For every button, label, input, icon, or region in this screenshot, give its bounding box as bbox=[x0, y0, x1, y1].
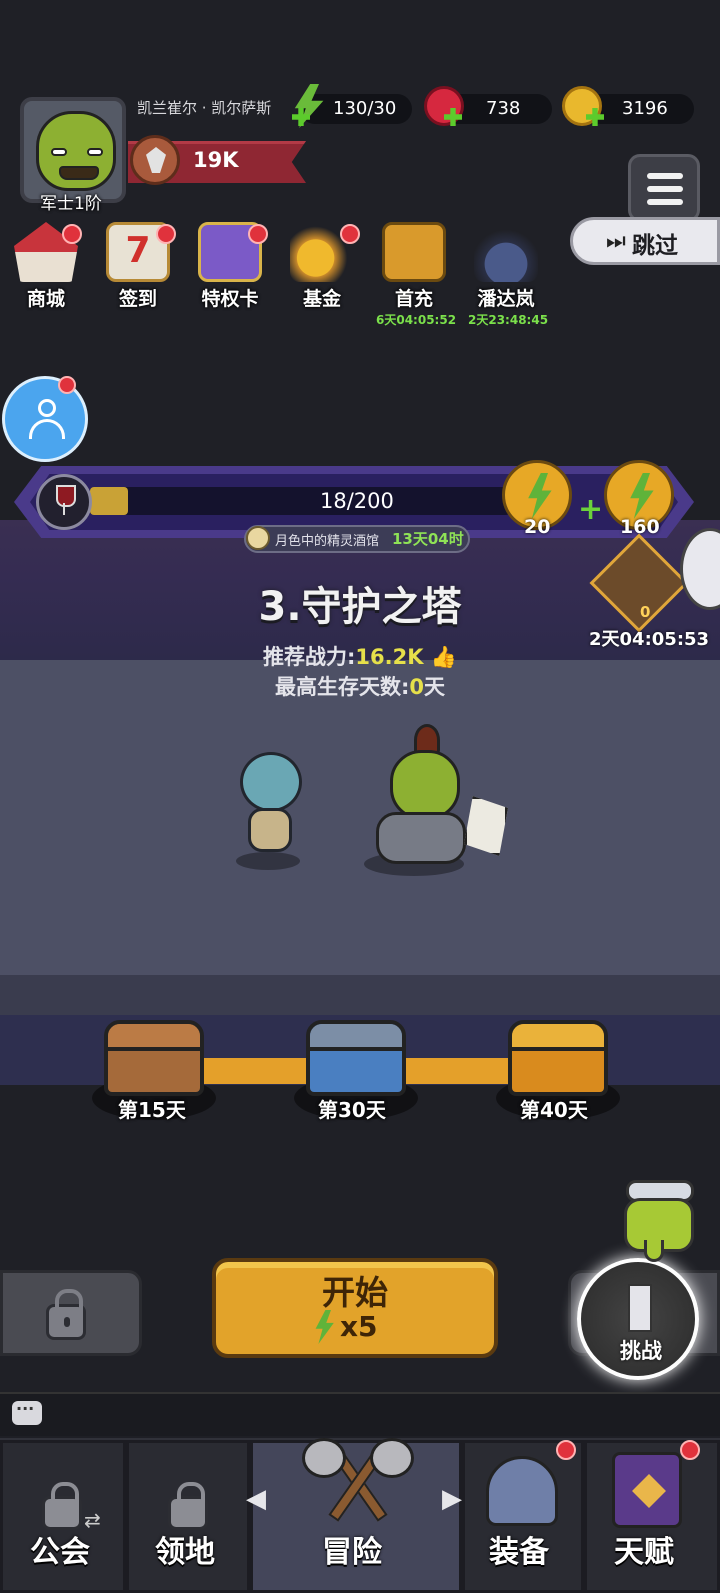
feature-label: 潘达岚 bbox=[477, 288, 535, 310]
right-arrow-icon[interactable]: ▶ bbox=[442, 1484, 462, 1514]
notification-badge bbox=[58, 376, 76, 394]
best-days-label: 最高生存天数: bbox=[274, 675, 410, 699]
feature-first-recharge[interactable]: 首充 bbox=[374, 222, 454, 311]
notification-badge bbox=[248, 224, 268, 244]
nav-label: 公会 bbox=[30, 1535, 90, 1570]
lock-icon bbox=[42, 1482, 82, 1530]
wine-glass-icon bbox=[36, 474, 92, 530]
event-time-left: 13天04时 bbox=[392, 530, 464, 548]
goblin-character bbox=[234, 752, 314, 864]
feature-label: 首充 bbox=[394, 288, 433, 310]
player-avatar[interactable] bbox=[20, 97, 126, 203]
first-recharge-timer: 6天04:05:52 bbox=[376, 313, 457, 327]
samurai-helmet-icon bbox=[474, 222, 538, 282]
best-days-value: 0 bbox=[409, 675, 425, 699]
crossed-axes-icon bbox=[296, 1434, 420, 1530]
pandaren-timer: 2天23:48:45 bbox=[468, 313, 549, 327]
event-name: 月色中的精灵酒馆 bbox=[275, 534, 380, 549]
spellbook-icon bbox=[612, 1452, 682, 1528]
chest-day-label: 第30天 bbox=[318, 1098, 386, 1122]
feature-label: 签到 bbox=[118, 288, 157, 310]
orc-portrait-icon bbox=[36, 111, 116, 191]
energy-value: 130/30 bbox=[333, 98, 397, 119]
chat-bubble-icon[interactable] bbox=[12, 1399, 42, 1425]
notification-badge bbox=[62, 224, 82, 244]
user-icon bbox=[38, 399, 56, 417]
nav-label: 天赋 bbox=[614, 1535, 674, 1570]
wood-chest-icon[interactable] bbox=[104, 1020, 204, 1096]
thumbs-icon: 👍 bbox=[430, 645, 457, 669]
notification-badge bbox=[680, 1440, 700, 1460]
feature-pandaren[interactable]: 潘达岚 bbox=[466, 222, 546, 311]
event-progress-fill bbox=[90, 487, 128, 515]
stage-title: 3.守护之塔 bbox=[258, 584, 462, 630]
feature-label: 特权卡 bbox=[201, 288, 259, 310]
lock-icon bbox=[46, 1289, 86, 1340]
feature-label: 基金 bbox=[302, 288, 341, 310]
recommended-power-value: 16.2K bbox=[355, 645, 424, 669]
left-arrow-icon[interactable]: ◀ bbox=[246, 1484, 266, 1514]
gold-chest-icon[interactable] bbox=[508, 1020, 608, 1096]
pointing-hand-icon bbox=[620, 1180, 698, 1262]
treasure-chest-icon bbox=[382, 222, 446, 282]
start-energy-cost: x5 bbox=[340, 1310, 378, 1343]
notification-badge bbox=[556, 1440, 576, 1460]
notification-badge bbox=[156, 224, 176, 244]
chest-day-label: 第40天 bbox=[520, 1098, 588, 1122]
helmet-icon bbox=[486, 1456, 558, 1526]
sword-icon bbox=[628, 1284, 652, 1332]
player-rank: 军士1阶 bbox=[40, 194, 102, 214]
recommended-power-label: 推荐战力: bbox=[263, 645, 356, 669]
game-screen: 军士1阶 凯兰崔尔 · 凯尔萨斯 19K 130/30 738 3196 ⏭ 跳… bbox=[0, 0, 720, 1593]
chat-bar[interactable] bbox=[0, 1392, 720, 1436]
gem-value: 738 bbox=[486, 98, 521, 119]
clock-icon bbox=[246, 526, 270, 550]
recommended-power: 推荐战力:16.2K 👍 bbox=[0, 641, 720, 671]
challenge-label: 挑战 bbox=[620, 1339, 662, 1363]
steel-chest-icon[interactable] bbox=[306, 1020, 406, 1096]
best-days-unit: 天 bbox=[424, 675, 446, 699]
nav-label: 冒险 bbox=[322, 1535, 382, 1570]
menu-button[interactable] bbox=[628, 154, 700, 222]
feature-label: 商城 bbox=[26, 288, 65, 310]
event-progress-text: 18/200 bbox=[320, 489, 394, 513]
lock-icon bbox=[168, 1482, 208, 1530]
orc-hero-character bbox=[360, 720, 510, 870]
player-name: 凯兰崔尔 · 凯尔萨斯 bbox=[137, 99, 272, 117]
start-label: 开始 bbox=[322, 1273, 388, 1312]
skip-forward-icon: ⏭ bbox=[606, 229, 626, 254]
event-progress-track bbox=[90, 487, 510, 515]
reward-a-value: 20 bbox=[524, 516, 551, 538]
skip-label: 跳过 bbox=[632, 233, 678, 259]
nav-label: 领地 bbox=[155, 1535, 215, 1570]
best-survival-days: 最高生存天数:0天 bbox=[0, 671, 720, 701]
stage-floor-edge bbox=[0, 975, 720, 1015]
plus-icon: + bbox=[578, 492, 604, 527]
notification-badge bbox=[340, 224, 360, 244]
combat-power-value: 19K bbox=[193, 148, 239, 172]
axe-shield-icon bbox=[130, 135, 180, 185]
nav-label: 装备 bbox=[489, 1535, 549, 1570]
gold-value: 3196 bbox=[622, 98, 668, 119]
gem-icon bbox=[424, 86, 464, 126]
chest-day-label: 第15天 bbox=[118, 1098, 186, 1122]
